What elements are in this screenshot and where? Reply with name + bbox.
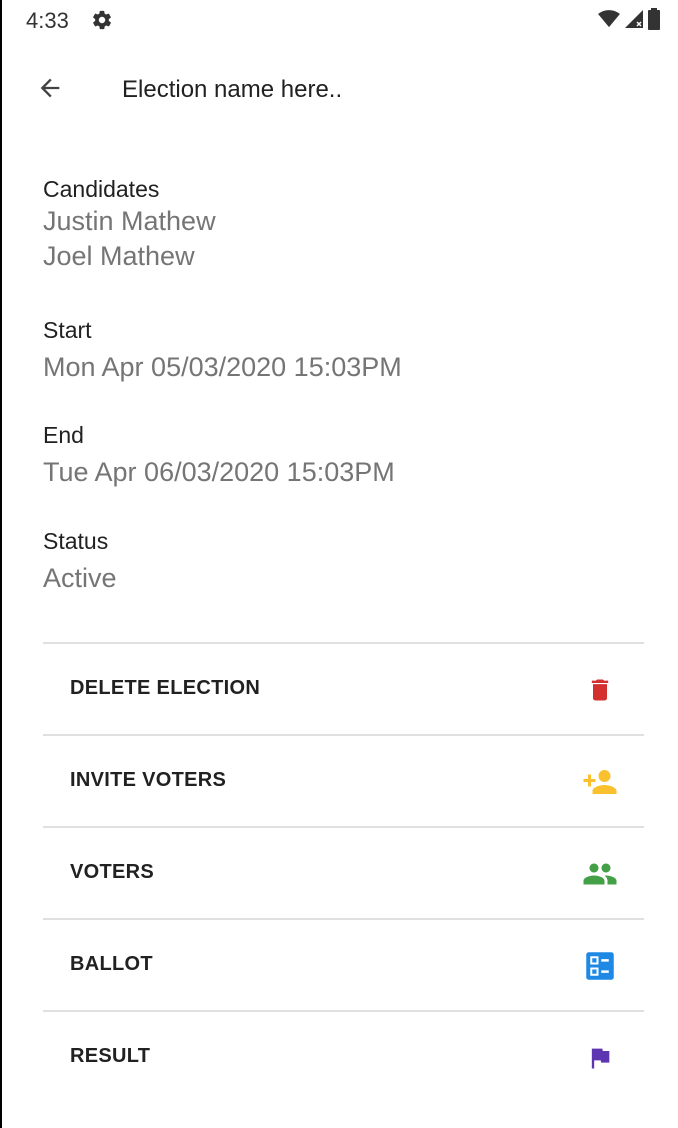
page-title: Election name here.. xyxy=(122,76,343,103)
start-value: Mon Apr 05/03/2020 15:03PM xyxy=(43,352,402,382)
status-bar: 4:33 xyxy=(2,0,678,44)
signal-icon xyxy=(624,9,644,34)
voters-button[interactable]: VOTERS xyxy=(43,826,644,918)
flag-icon xyxy=(582,1040,618,1076)
people-icon xyxy=(582,856,618,892)
delete-election-button[interactable]: DELETE ELECTION xyxy=(43,642,644,734)
status-label: Status xyxy=(43,528,109,554)
action-label: DELETE ELECTION xyxy=(70,677,261,699)
end-value: Tue Apr 06/03/2020 15:03PM xyxy=(43,457,395,487)
gear-icon xyxy=(91,9,113,31)
ballot-icon xyxy=(582,948,618,984)
wifi-icon xyxy=(598,9,620,34)
ballot-button[interactable]: BALLOT xyxy=(43,918,644,1010)
candidate-item: Justin Mathew xyxy=(43,206,216,236)
end-section: End Tue Apr 06/03/2020 15:03PM xyxy=(43,420,395,490)
status-time: 4:33 xyxy=(26,8,69,33)
candidates-section: Candidates Justin Mathew Joel Mathew xyxy=(43,174,216,274)
status-icons xyxy=(598,8,660,35)
person-add-icon xyxy=(582,764,618,800)
end-label: End xyxy=(43,422,84,448)
action-label: INVITE VOTERS xyxy=(70,769,227,791)
invite-voters-button[interactable]: INVITE VOTERS xyxy=(43,734,644,826)
start-section: Start Mon Apr 05/03/2020 15:03PM xyxy=(43,315,402,385)
action-label: BALLOT xyxy=(70,953,153,975)
status-value: Active xyxy=(43,563,117,593)
candidates-label: Candidates xyxy=(43,176,160,202)
back-button[interactable] xyxy=(30,70,70,110)
trash-icon xyxy=(582,672,618,708)
result-button[interactable]: RESULT xyxy=(43,1010,644,1102)
app-bar: Election name here.. xyxy=(2,44,678,136)
arrow-back-icon xyxy=(36,74,64,107)
action-list: DELETE ELECTION INVITE VOTERS VOTERS BAL… xyxy=(43,642,644,1102)
candidate-item: Joel Mathew xyxy=(43,241,195,271)
battery-icon xyxy=(648,8,660,35)
action-label: RESULT xyxy=(70,1045,151,1067)
action-label: VOTERS xyxy=(70,861,155,883)
start-label: Start xyxy=(43,317,92,343)
status-section: Status Active xyxy=(43,526,117,596)
